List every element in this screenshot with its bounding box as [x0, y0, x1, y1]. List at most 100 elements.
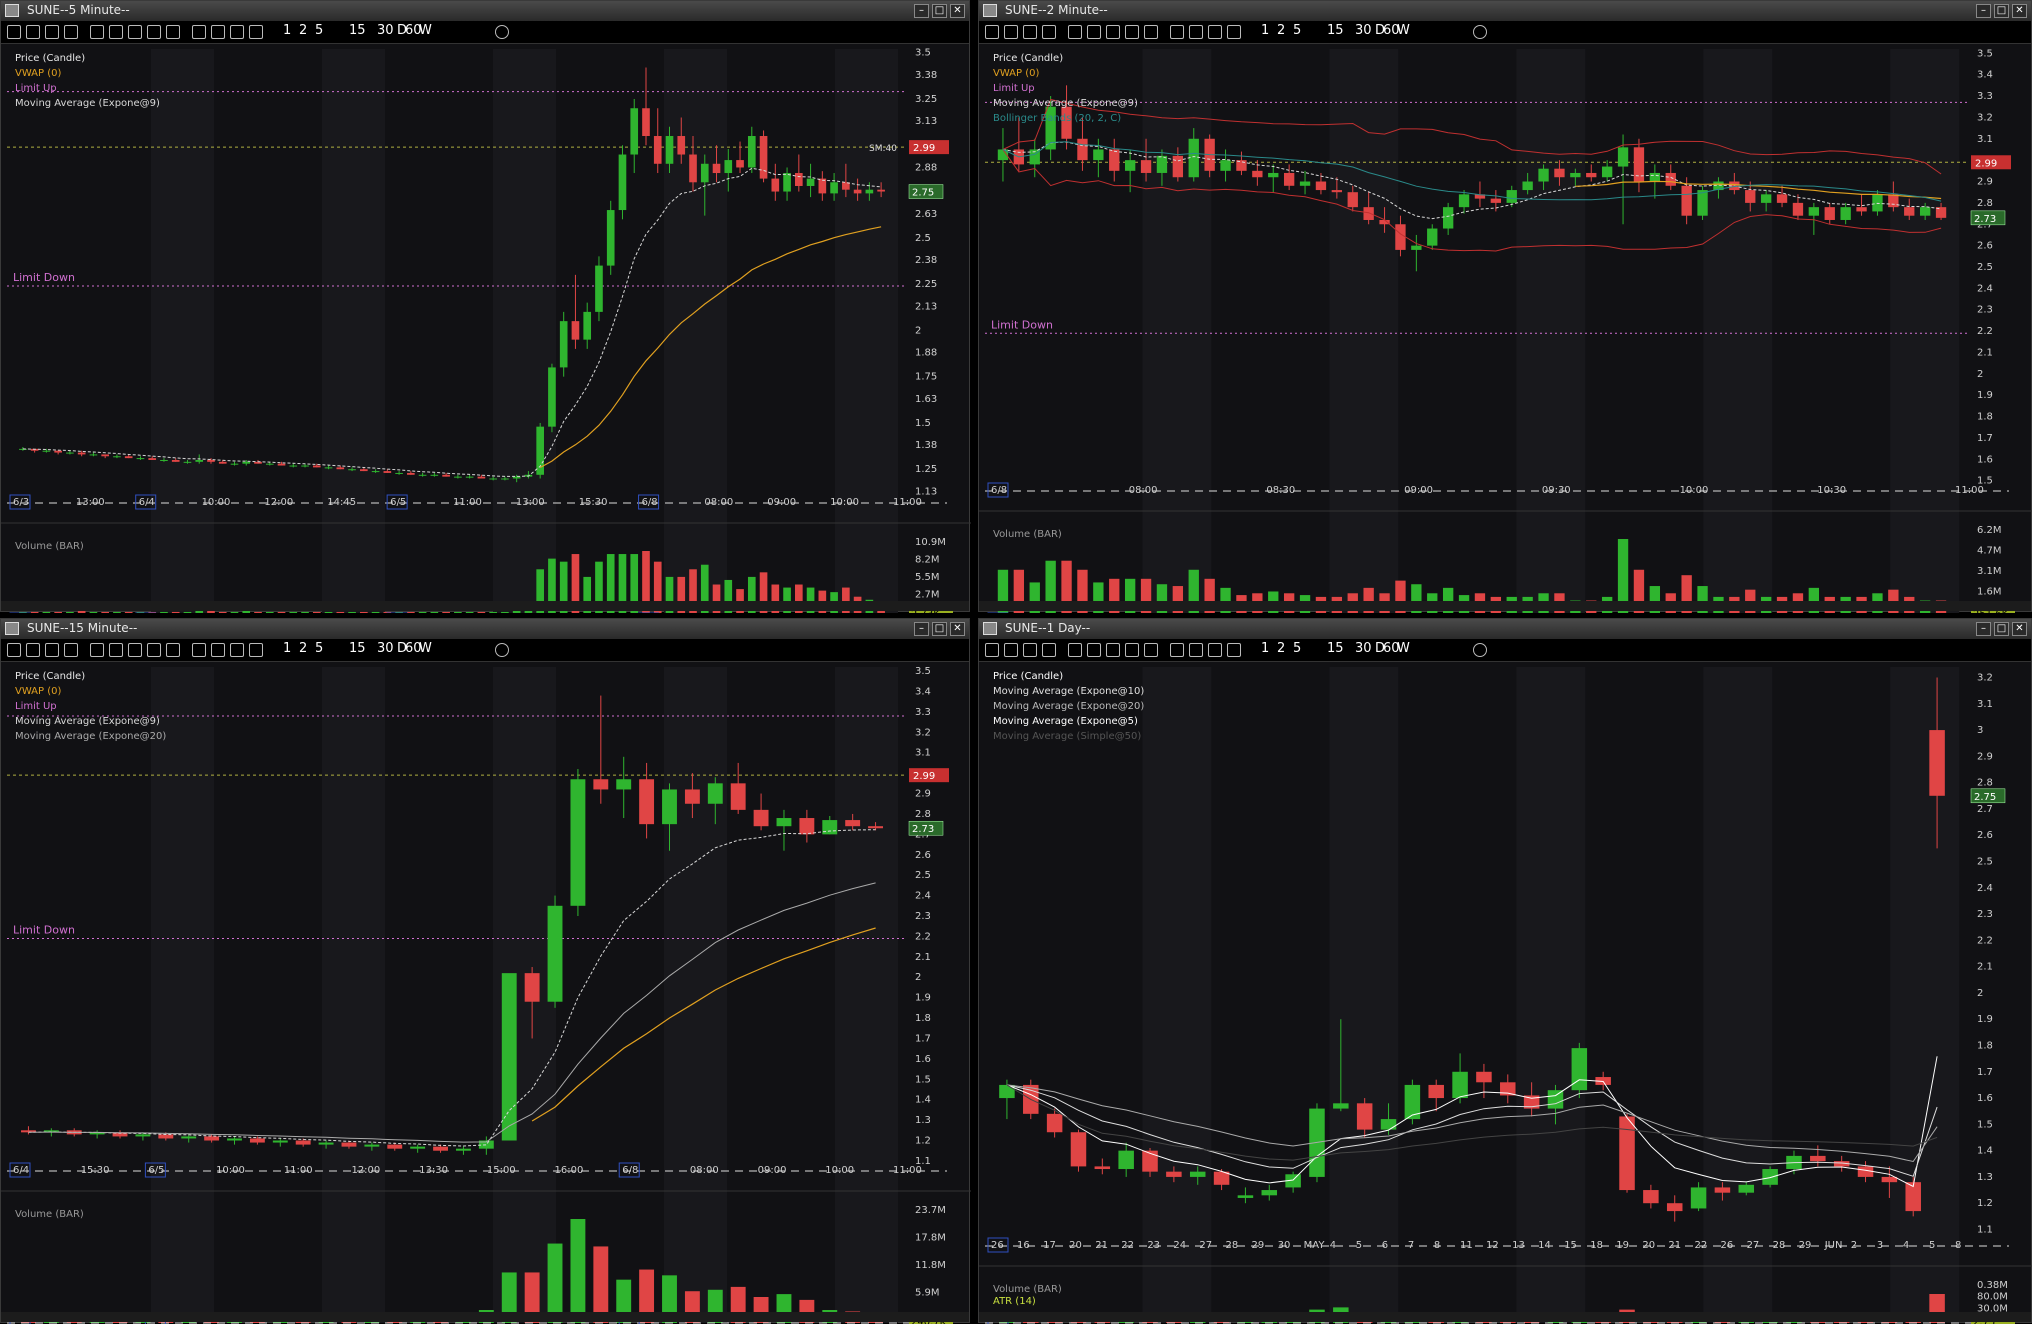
hand-icon[interactable] — [1170, 25, 1184, 39]
layout-icon[interactable] — [109, 25, 123, 39]
timeframe-5[interactable]: 5 — [1293, 641, 1301, 656]
grid-icon[interactable] — [1106, 25, 1120, 39]
clock-icon[interactable] — [1227, 643, 1241, 657]
chart-canvas-15min[interactable]: 3.53.43.33.23.132.92.82.72.62.52.42.32.2… — [1, 661, 971, 1324]
window-titlebar[interactable]: SUNE--15 Minute-- – □ ✕ — [1, 619, 969, 640]
price-alert-line[interactable]: 2.99 SM:40 — [7, 140, 949, 155]
price-alert-line[interactable]: 2.99 — [7, 768, 949, 783]
timeframe-15[interactable]: 15 — [1327, 23, 1344, 38]
timeframe-2[interactable]: 2 — [1277, 23, 1285, 38]
cursor-icon[interactable] — [166, 643, 180, 657]
list-icon[interactable] — [64, 25, 78, 39]
layout-icon[interactable] — [1087, 643, 1101, 657]
close-icon[interactable]: ✕ — [950, 622, 965, 636]
draw-icon[interactable] — [1023, 643, 1037, 657]
minimize-icon[interactable]: – — [1976, 4, 1991, 18]
split-icon[interactable] — [147, 643, 161, 657]
hand-icon[interactable] — [192, 25, 206, 39]
timeframe-W[interactable]: W — [419, 641, 432, 656]
timeframe-1[interactable]: 1 — [1261, 641, 1269, 656]
compare-icon[interactable] — [1004, 643, 1018, 657]
layout-icon[interactable] — [109, 643, 123, 657]
timeframe-5[interactable]: 5 — [1293, 23, 1301, 38]
clock-icon[interactable] — [249, 25, 263, 39]
price-alert-line[interactable]: 2.99 — [985, 155, 2011, 170]
draw-icon[interactable] — [1023, 25, 1037, 39]
hand-icon[interactable] — [192, 643, 206, 657]
chart-type-icon[interactable] — [7, 25, 21, 39]
timeframe-30[interactable]: 30 — [377, 23, 394, 38]
maximize-icon[interactable]: □ — [932, 4, 947, 18]
chart-panel-2min[interactable]: SUNE--2 Minute-- – □ ✕ 1 2 5 15 30 60 D W 3.5 3.4 3.3 3… — [978, 0, 2032, 613]
chart-canvas-2min[interactable]: 3.53.43.33.23.132.92.82.72.62.52.42.32.2… — [979, 43, 2032, 613]
timeframe-2[interactable]: 2 — [299, 641, 307, 656]
close-icon[interactable]: ✕ — [2012, 4, 2027, 18]
timeframe-15[interactable]: 15 — [349, 23, 366, 38]
window-titlebar[interactable]: SUNE--1 Day-- – □ ✕ — [979, 619, 2031, 640]
chart-panel-1day[interactable]: SUNE--1 Day-- – □ ✕ 1 2 5 15 30 60 D W 3.2 3.1 3 2.9 2.8… — [978, 618, 2032, 1324]
timeframe-15[interactable]: 15 — [1327, 641, 1344, 656]
timeframe-D[interactable]: D — [1375, 641, 1385, 656]
chart-canvas-5min[interactable]: 3.53.383.253.1332.882.752.632.52.382.252… — [1, 43, 971, 613]
pencil-icon[interactable] — [230, 25, 244, 39]
compare-icon[interactable] — [26, 643, 40, 657]
chart-panel-15min[interactable]: SUNE--15 Minute-- – □ ✕ 1 2 5 15 30 60 D W 3.5 3.4 3.3… — [0, 618, 971, 1324]
grid-icon[interactable] — [1106, 643, 1120, 657]
clock-icon[interactable] — [1227, 25, 1241, 39]
timeframe-2[interactable]: 2 — [1277, 641, 1285, 656]
split-icon[interactable] — [147, 25, 161, 39]
maximize-icon[interactable]: □ — [1994, 622, 2009, 636]
close-icon[interactable]: ✕ — [2012, 622, 2027, 636]
chart-canvas-1day[interactable]: 3.2 3.1 3 2.9 2.8 2.7 2.6 2.5 2.4 2.3 2.2 2.1 2 1.9 1.… — [979, 661, 2032, 1324]
compare-icon[interactable] — [1004, 25, 1018, 39]
close-icon[interactable]: ✕ — [950, 4, 965, 18]
draw-icon[interactable] — [45, 25, 59, 39]
pause-icon[interactable] — [90, 25, 104, 39]
timeframe-5[interactable]: 5 — [315, 23, 323, 38]
grid-icon[interactable] — [128, 25, 142, 39]
pause-icon[interactable] — [90, 643, 104, 657]
maximize-icon[interactable]: □ — [1994, 4, 2009, 18]
pencil-icon[interactable] — [1208, 643, 1222, 657]
chart-type-icon[interactable] — [985, 643, 999, 657]
timeframe-D[interactable]: D — [1375, 23, 1385, 38]
list-icon[interactable] — [1042, 25, 1056, 39]
compare-icon[interactable] — [26, 25, 40, 39]
timeframe-30[interactable]: 30 — [377, 641, 394, 656]
timeframe-W[interactable]: W — [1397, 23, 1410, 38]
horizontal-scrollbar[interactable] — [979, 601, 2031, 611]
maximize-icon[interactable]: □ — [932, 622, 947, 636]
timeframe-D[interactable]: D — [397, 23, 407, 38]
crosshair-icon[interactable] — [1189, 25, 1203, 39]
minimize-icon[interactable]: – — [914, 622, 929, 636]
split-icon[interactable] — [1125, 643, 1139, 657]
close-study-icon[interactable] — [1473, 643, 1487, 657]
split-icon[interactable] — [1125, 25, 1139, 39]
chart-type-icon[interactable] — [7, 643, 21, 657]
close-study-icon[interactable] — [495, 643, 509, 657]
chart-panel-5min[interactable]: SUNE--5 Minute-- – □ ✕ 1 2 5 15 30 60 D W 3.5 3.38 3.2… — [0, 0, 971, 613]
pause-icon[interactable] — [1068, 25, 1082, 39]
grid-icon[interactable] — [128, 643, 142, 657]
chart-type-icon[interactable] — [985, 25, 999, 39]
hand-icon[interactable] — [1170, 643, 1184, 657]
timeframe-15[interactable]: 15 — [349, 641, 366, 656]
minimize-icon[interactable]: – — [914, 4, 929, 18]
timeframe-5[interactable]: 5 — [315, 641, 323, 656]
timeframe-1[interactable]: 1 — [283, 641, 291, 656]
minimize-icon[interactable]: – — [1976, 622, 1991, 636]
list-icon[interactable] — [1042, 643, 1056, 657]
pencil-icon[interactable] — [230, 643, 244, 657]
window-titlebar[interactable]: SUNE--2 Minute-- – □ ✕ — [979, 1, 2031, 22]
timeframe-D[interactable]: D — [397, 641, 407, 656]
crosshair-icon[interactable] — [211, 25, 225, 39]
cursor-icon[interactable] — [166, 25, 180, 39]
pause-icon[interactable] — [1068, 643, 1082, 657]
timeframe-W[interactable]: W — [1397, 641, 1410, 656]
timeframe-1[interactable]: 1 — [283, 23, 291, 38]
list-icon[interactable] — [64, 643, 78, 657]
timeframe-30[interactable]: 30 — [1355, 23, 1372, 38]
crosshair-icon[interactable] — [211, 643, 225, 657]
close-study-icon[interactable] — [495, 25, 509, 39]
crosshair-icon[interactable] — [1189, 643, 1203, 657]
